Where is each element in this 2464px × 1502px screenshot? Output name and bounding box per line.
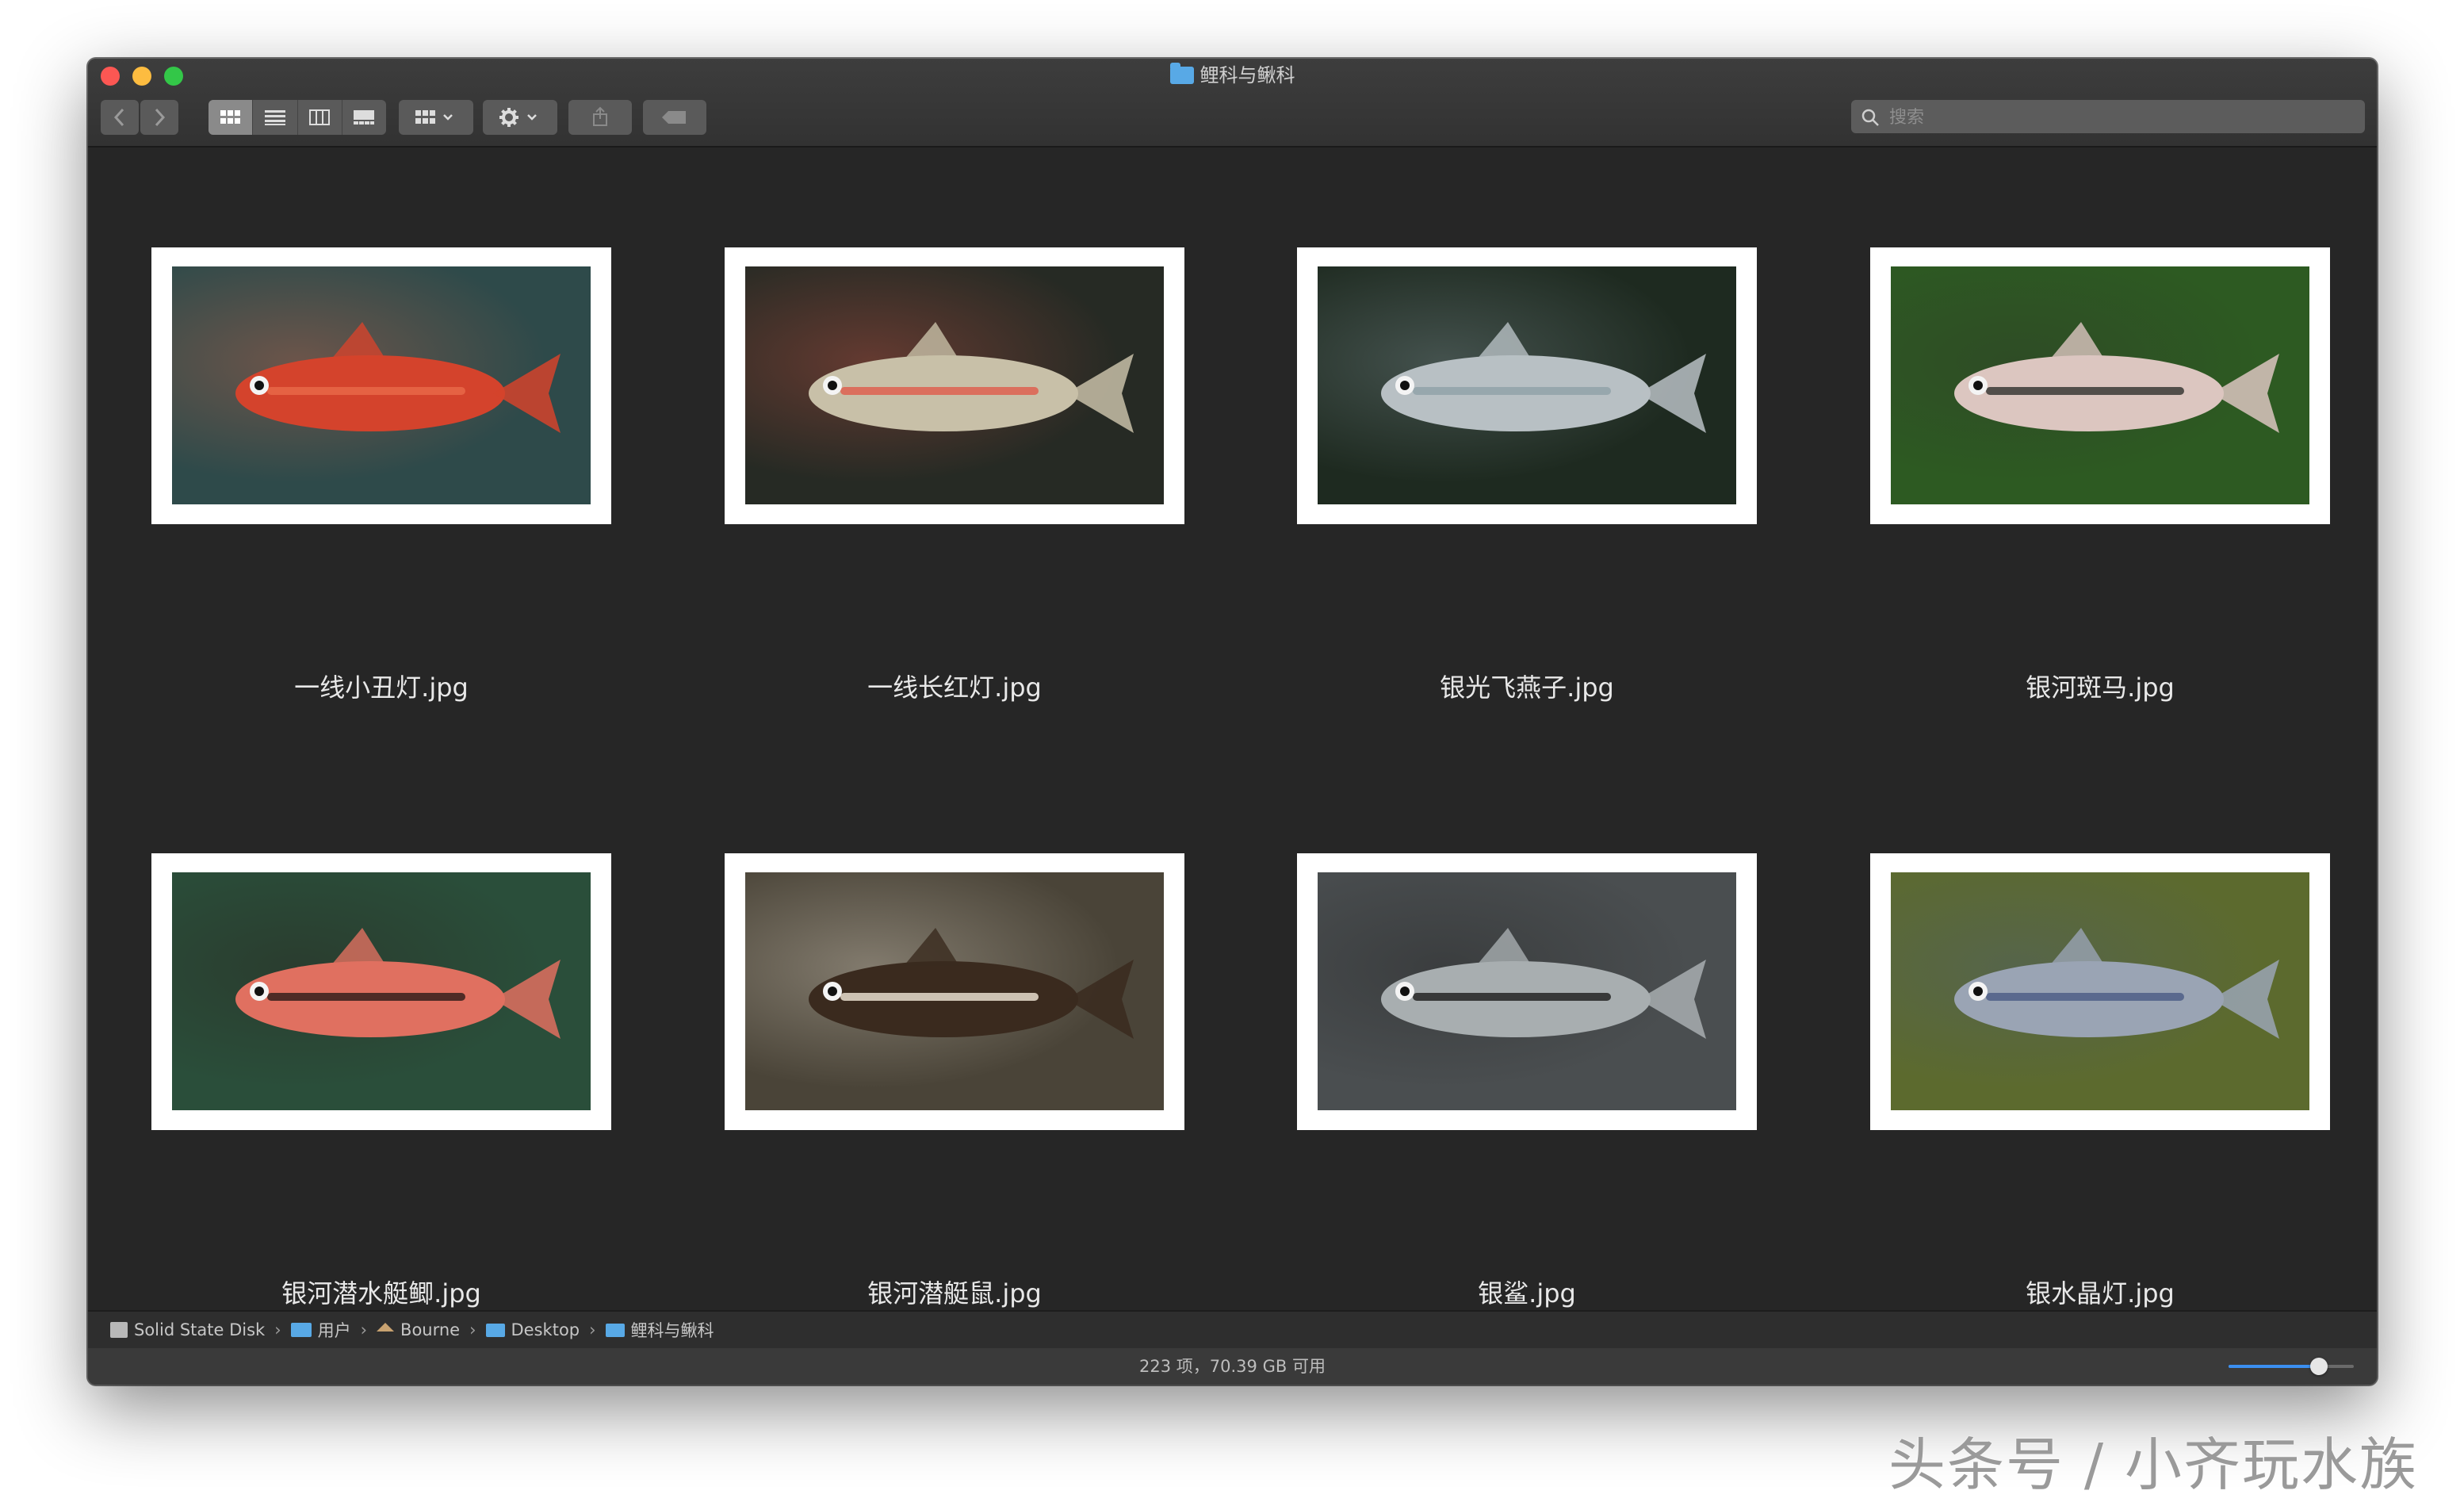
fish-image [1954,928,2279,1039]
forward-button[interactable] [140,100,178,135]
file-item[interactable]: 银河斑马.jpg [1870,247,2330,703]
path-item-label: Desktop [511,1320,580,1339]
fish-image [235,322,561,433]
search-input[interactable] [1888,100,2359,135]
column-view-button[interactable] [298,100,342,135]
file-item[interactable]: 银河潜艇鼠.jpg [725,853,1184,1309]
file-item[interactable]: 银河潜水艇鲫.jpg [151,853,611,1309]
thumbnail [745,266,1164,504]
folder-icon [605,1323,625,1337]
fish-image [235,928,561,1039]
view-mode-control [209,100,386,135]
thumbnail-frame [1297,853,1757,1130]
back-button[interactable] [101,100,139,135]
path-item-current[interactable]: 鲤科与鳅科 [605,1318,714,1342]
file-name: 银河潜水艇鲫.jpg [281,1278,481,1309]
thumbnail [1318,872,1736,1110]
chevron-right-icon [155,108,166,127]
thumbnail-frame [1870,853,2330,1130]
file-item[interactable]: 银水晶灯.jpg [1870,853,2330,1309]
file-grid: 一线小丑灯.jpg 一线长红灯.jpg 银光飞燕子.jpg 银河斑马.jpg 银… [88,148,2377,1366]
window-title: 鲤科与鳅科 [88,63,2377,87]
file-name: 银河潜艇鼠.jpg [867,1278,1042,1309]
thumbnail [1891,266,2309,504]
columns-icon [309,109,331,125]
group-by-button[interactable] [399,100,473,135]
chevron-right-icon: › [360,1320,368,1339]
disk-icon [110,1322,128,1338]
slider-knob[interactable] [2309,1358,2328,1375]
thumbnail [172,266,591,504]
home-icon [377,1322,395,1331]
file-name: 一线小丑灯.jpg [294,672,469,703]
tag-button[interactable] [643,100,706,135]
tag-icon [662,111,686,124]
grid-icon [220,110,240,124]
thumbnail-frame [151,853,611,1130]
file-name: 银水晶灯.jpg [2026,1278,2175,1309]
search-icon [1861,109,1879,126]
file-name: 银光飞燕子.jpg [1440,672,1614,703]
file-item[interactable]: 一线小丑灯.jpg [151,247,611,703]
list-view-button[interactable] [253,100,298,135]
fish-image [1381,322,1706,433]
gallery-view-button[interactable] [342,100,386,135]
path-item-label: 鲤科与鳅科 [630,1321,714,1340]
thumbnail-frame [725,853,1184,1130]
file-item[interactable]: 一线长红灯.jpg [725,247,1184,703]
thumbnail [1891,872,2309,1110]
chevron-right-icon: › [274,1320,281,1339]
path-item-users[interactable]: 用户 [290,1318,351,1342]
slider-fill [2229,1365,2319,1368]
titlebar: 鲤科与鳅科 [88,59,2377,148]
thumbnail-frame [1870,247,2330,524]
path-bar: Solid State Disk › 用户 › Bourne › Desktop… [88,1310,2377,1348]
fish-image [809,928,1134,1039]
fish-image [1954,322,2279,433]
thumbnail [1318,266,1736,504]
search-field[interactable] [1851,100,2365,135]
path-item-label: 用户 [317,1321,351,1340]
file-name: 一线长红灯.jpg [867,672,1042,703]
window-title-text: 鲤科与鳅科 [1199,64,1295,86]
path-item-disk[interactable]: Solid State Disk [110,1320,265,1339]
path-item-home[interactable]: Bourne [377,1320,460,1339]
gallery-icon [354,110,375,125]
thumbnail [745,872,1164,1110]
folder-icon [485,1323,505,1337]
chevron-left-icon [113,108,124,127]
icon-view-button[interactable] [209,100,254,135]
thumbnail [172,872,591,1110]
grid-dropdown-icon [415,110,453,124]
icon-size-slider[interactable] [2229,1358,2354,1375]
status-bar: 223 项，70.39 GB 可用 [88,1348,2377,1385]
file-name: 银鲨.jpg [1478,1278,1576,1309]
thumbnail-frame [151,247,611,524]
thumbnail-frame [725,247,1184,524]
finder-window: 鲤科与鳅科 搜索 一线小丑灯.jpg 一线长红灯.jpg 银光飞燕子.jpg 银… [88,59,2377,1385]
file-name: 银河斑马.jpg [2026,672,2175,703]
action-button[interactable] [483,100,557,135]
file-item[interactable]: 银鲨.jpg [1297,853,1757,1309]
path-item-label: Bourne [400,1320,461,1339]
folder-icon [1169,63,1194,84]
thumbnail-frame [1297,247,1757,524]
users-folder-icon [290,1323,312,1337]
status-text: 223 项，70.39 GB 可用 [1139,1357,1326,1376]
watermark: 头条号 / 小齐玩水族 [1888,1431,2418,1498]
file-item[interactable]: 银光飞燕子.jpg [1297,247,1757,703]
gear-icon [499,108,537,127]
share-button[interactable] [568,100,632,135]
fish-image [809,322,1134,433]
chevron-right-icon: › [589,1320,596,1339]
fish-image [1381,928,1706,1039]
chevron-right-icon: › [469,1320,476,1339]
list-icon [264,110,285,125]
path-item-label: Solid State Disk [134,1320,266,1339]
path-item-desktop[interactable]: Desktop [485,1320,580,1339]
share-icon [593,106,607,126]
